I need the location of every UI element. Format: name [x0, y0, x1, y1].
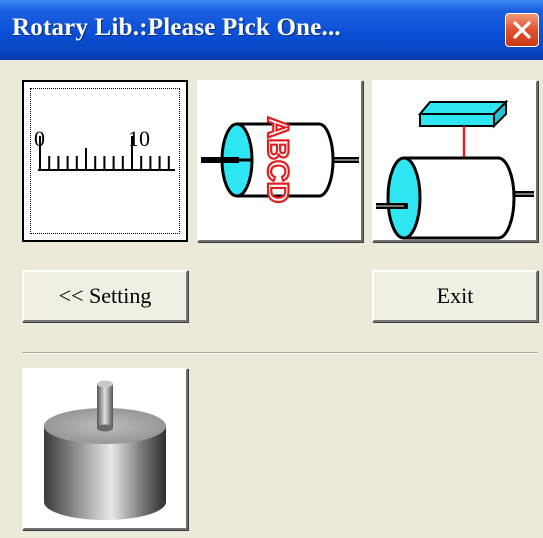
- scale-label-mid: 10: [128, 126, 150, 151]
- title-bar: Rotary Lib.:Please Pick One...: [0, 0, 543, 60]
- tile-rotary-label-drum[interactable]: ABCD: [197, 80, 363, 242]
- setting-button[interactable]: << Setting: [22, 270, 188, 322]
- close-button[interactable]: [505, 13, 539, 47]
- scale-label-start: 0: [34, 126, 45, 151]
- tile-motor[interactable]: [22, 368, 188, 530]
- dialog-body: 0 10 ABCD << Setting Exit: [0, 60, 543, 538]
- ruler-scale-icon: 0 10: [34, 126, 175, 171]
- drum-label-text: ABCD: [261, 117, 294, 204]
- drum-block-icon: [376, 99, 534, 240]
- label-drum-icon: ABCD: [201, 116, 359, 204]
- window-title: Rotary Lib.:Please Pick One...: [12, 14, 341, 41]
- tile-ruler-scale[interactable]: 0 10: [22, 80, 188, 242]
- tile-rotary-drum-with-block[interactable]: [372, 80, 538, 242]
- motor-cylinder-icon: [44, 380, 166, 520]
- close-icon: [513, 21, 531, 39]
- separator-line: [22, 352, 538, 354]
- exit-button[interactable]: Exit: [372, 270, 538, 322]
